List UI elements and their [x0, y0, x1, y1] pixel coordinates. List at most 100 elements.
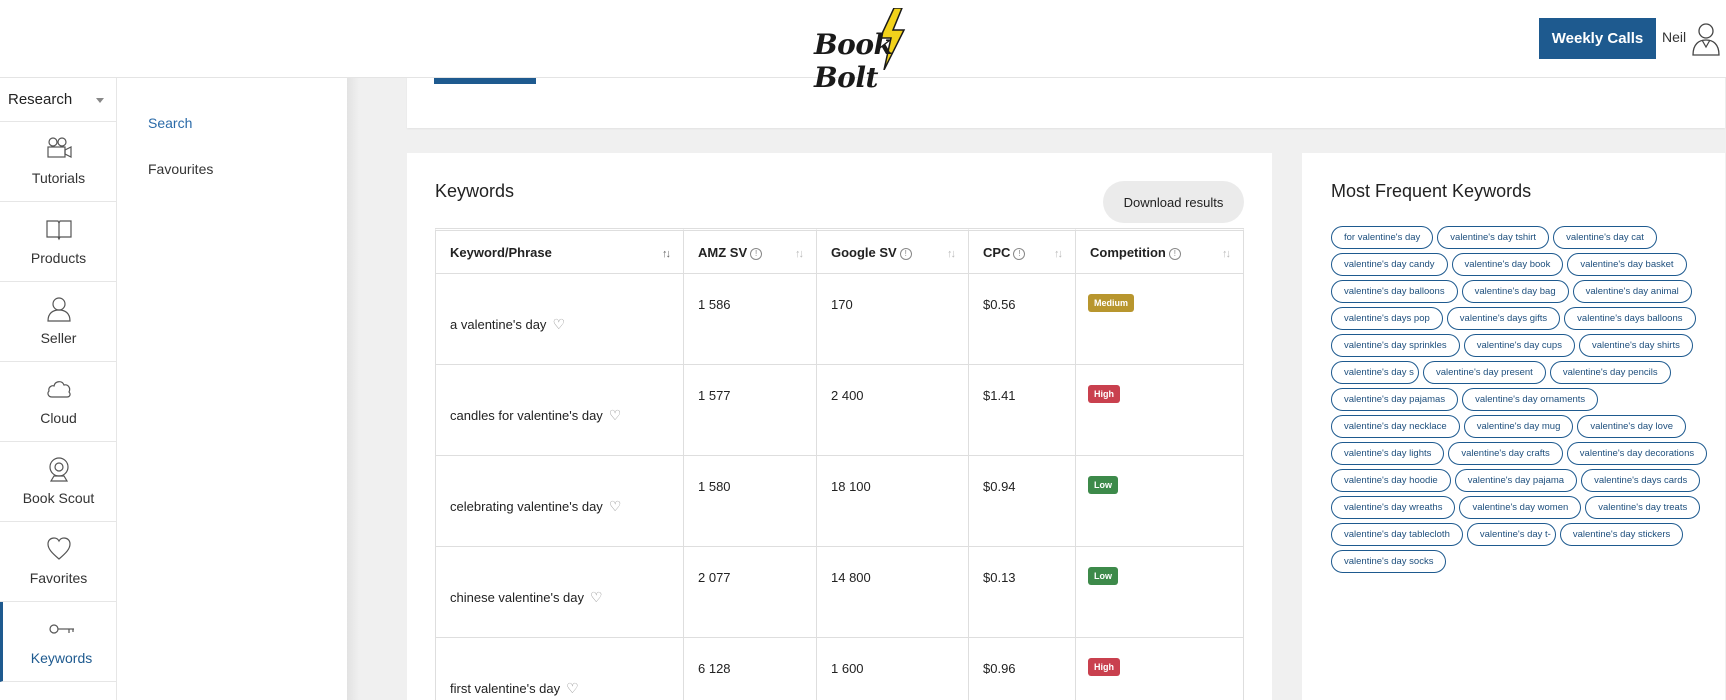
favorite-heart-icon[interactable]: ♡ — [566, 680, 579, 697]
keyword-chip[interactable]: valentine's day shirts — [1578, 334, 1693, 357]
keyword-chip[interactable]: valentine's day cups — [1463, 334, 1575, 357]
keyword-chip[interactable]: valentine's day love — [1577, 415, 1686, 438]
keyword-phrase[interactable]: chinese valentine's day — [450, 590, 584, 605]
nav-item-cloud[interactable]: Cloud — [0, 362, 117, 442]
user-name[interactable]: Neil — [1662, 29, 1686, 45]
keyword-chip[interactable]: valentine's days gifts — [1446, 307, 1561, 330]
keyword-chip[interactable]: valentine's day women — [1459, 496, 1582, 519]
keyword-chip[interactable]: valentine's day candy — [1331, 253, 1448, 276]
favorite-heart-icon[interactable]: ♡ — [590, 589, 603, 606]
cpc-value: $0.56 — [983, 297, 1016, 312]
keyword-chip[interactable]: valentine's days pop — [1331, 307, 1443, 330]
table-row: candles for valentine's day ♡ 1 577 2 400… — [435, 365, 1244, 456]
keyword-chip[interactable]: valentine's day bag — [1461, 280, 1569, 303]
sort-icon[interactable]: ↑↓ — [662, 248, 671, 260]
info-icon[interactable]: ! — [1013, 247, 1026, 260]
keyword-phrase[interactable]: candles for valentine's day — [450, 408, 603, 423]
keyword-chip[interactable]: valentine's day t- — [1466, 523, 1556, 546]
nav-item-favorites[interactable]: Favorites — [0, 522, 117, 602]
keyword-chip[interactable]: valentine's day sprinkles — [1331, 334, 1460, 357]
column-header-competition[interactable]: Competition! ↑↓ — [1076, 228, 1244, 274]
keyword-chip[interactable]: valentine's day basket — [1567, 253, 1687, 276]
nav-item-book-scout[interactable]: Book Scout — [0, 442, 117, 522]
cpc-value: $1.41 — [983, 388, 1016, 403]
nav-item-tutorials[interactable]: Tutorials — [0, 122, 117, 202]
caret-down-icon — [96, 98, 104, 103]
keyword-chip[interactable]: valentine's day ornaments — [1462, 388, 1599, 411]
nav-item-seller[interactable]: Seller — [0, 282, 117, 362]
google-sv-value: 1 600 — [831, 661, 864, 676]
sort-icon[interactable]: ↑↓ — [1054, 248, 1063, 260]
keyword-chip[interactable]: valentine's day decorations — [1566, 442, 1708, 465]
keyword-chip[interactable]: valentine's day socks — [1331, 550, 1447, 573]
film-camera-icon — [47, 137, 72, 158]
sort-icon[interactable]: ↑↓ — [1222, 248, 1231, 260]
nav-label: Keywords — [30, 650, 93, 666]
subnav-item-search[interactable]: Search — [148, 115, 192, 131]
competition-badge: Low — [1088, 567, 1118, 585]
keyword-chip[interactable]: valentine's day s — [1331, 361, 1419, 384]
nav-item-keywords[interactable]: Keywords — [0, 602, 117, 682]
amz-sv-value: 1 577 — [698, 388, 731, 403]
keyword-phrase[interactable]: a valentine's day — [450, 317, 546, 332]
table-row: first valentine's day ♡ 6 128 1 600 $0.96… — [435, 638, 1244, 700]
download-results-button[interactable]: Download results — [1103, 181, 1244, 223]
amz-sv-value: 1 580 — [698, 479, 731, 494]
keyword-chip[interactable]: valentine's day book — [1451, 253, 1564, 276]
info-icon[interactable]: ! — [1168, 247, 1181, 260]
keyword-chip[interactable]: valentine's day crafts — [1448, 442, 1563, 465]
column-header-amz-sv[interactable]: AMZ SV! ↑↓ — [684, 228, 817, 274]
keyword-phrase[interactable]: first valentine's day — [450, 681, 560, 696]
favorite-heart-icon[interactable]: ♡ — [609, 498, 622, 515]
favorite-heart-icon[interactable]: ♡ — [552, 316, 565, 333]
book-bolt-logo[interactable]: Book Bolt — [814, 8, 964, 94]
module-select[interactable]: Research — [0, 78, 117, 122]
keyword-chip[interactable]: valentine's day pajamas — [1331, 388, 1459, 411]
keyword-chip[interactable]: valentine's day treats — [1585, 496, 1701, 519]
keyword-chip[interactable]: valentine's days balloons — [1564, 307, 1696, 330]
competition-badge: High — [1088, 658, 1120, 676]
sort-icon[interactable]: ↑↓ — [795, 248, 804, 260]
keyword-chip[interactable]: valentine's day balloons — [1331, 280, 1458, 303]
keyword-chip[interactable]: valentine's day lights — [1331, 442, 1445, 465]
left-nav: Research Tutorials Products Seller Cloud — [0, 78, 117, 700]
nav-label: Book Scout — [22, 490, 95, 506]
key-icon — [49, 624, 74, 634]
keyword-chip[interactable]: valentine's days cards — [1581, 469, 1701, 492]
keyword-chip[interactable]: valentine's day hoodie — [1331, 469, 1451, 492]
column-header-google-sv[interactable]: Google SV! ↑↓ — [817, 228, 969, 274]
keyword-chip[interactable]: valentine's day tablecloth — [1331, 523, 1463, 546]
amz-sv-value: 6 128 — [698, 661, 731, 676]
column-header-keyword[interactable]: Keyword/Phrase ↑↓ — [435, 228, 684, 274]
keyword-chip[interactable]: valentine's day cat — [1553, 226, 1657, 249]
amz-sv-value: 1 586 — [698, 297, 731, 312]
keyword-chip[interactable]: valentine's day necklace — [1331, 415, 1460, 438]
keyword-chip[interactable]: valentine's day present — [1422, 361, 1546, 384]
keyword-chip[interactable]: valentine's day stickers — [1559, 523, 1684, 546]
user-avatar-icon[interactable] — [1690, 20, 1722, 56]
subnav-item-favourites[interactable]: Favourites — [148, 161, 213, 177]
column-header-cpc[interactable]: CPC! ↑↓ — [969, 228, 1076, 274]
sort-icon[interactable]: ↑↓ — [947, 248, 956, 260]
module-select-value: Research — [8, 91, 73, 108]
keyword-chip[interactable]: valentine's day mug — [1463, 415, 1574, 438]
competition-badge: Low — [1088, 476, 1118, 494]
info-icon[interactable]: ! — [750, 247, 763, 260]
keyword-phrase[interactable]: celebrating valentine's day — [450, 499, 603, 514]
search-button[interactable] — [434, 78, 536, 84]
heart-icon — [47, 537, 71, 560]
favorite-heart-icon[interactable]: ♡ — [609, 407, 622, 424]
keyword-chip[interactable]: valentine's day wreaths — [1331, 496, 1456, 519]
nav-item-products[interactable]: Products — [0, 202, 117, 282]
keyword-chip[interactable]: valentine's day pencils — [1549, 361, 1671, 384]
keyword-chip[interactable]: valentine's day tshirt — [1437, 226, 1550, 249]
keyword-chip[interactable]: valentine's day pajama — [1454, 469, 1578, 492]
logo-text: Book Bolt — [814, 28, 893, 94]
competition-badge: Medium — [1088, 294, 1135, 312]
info-icon[interactable]: ! — [899, 247, 912, 260]
keyword-chip[interactable]: for valentine's day — [1331, 226, 1434, 249]
cpc-value: $0.96 — [983, 661, 1016, 676]
weekly-calls-button[interactable]: Weekly Calls — [1539, 18, 1656, 59]
keyword-chip[interactable]: valentine's day animal — [1572, 280, 1692, 303]
column-header-label: CPC — [983, 244, 1011, 260]
